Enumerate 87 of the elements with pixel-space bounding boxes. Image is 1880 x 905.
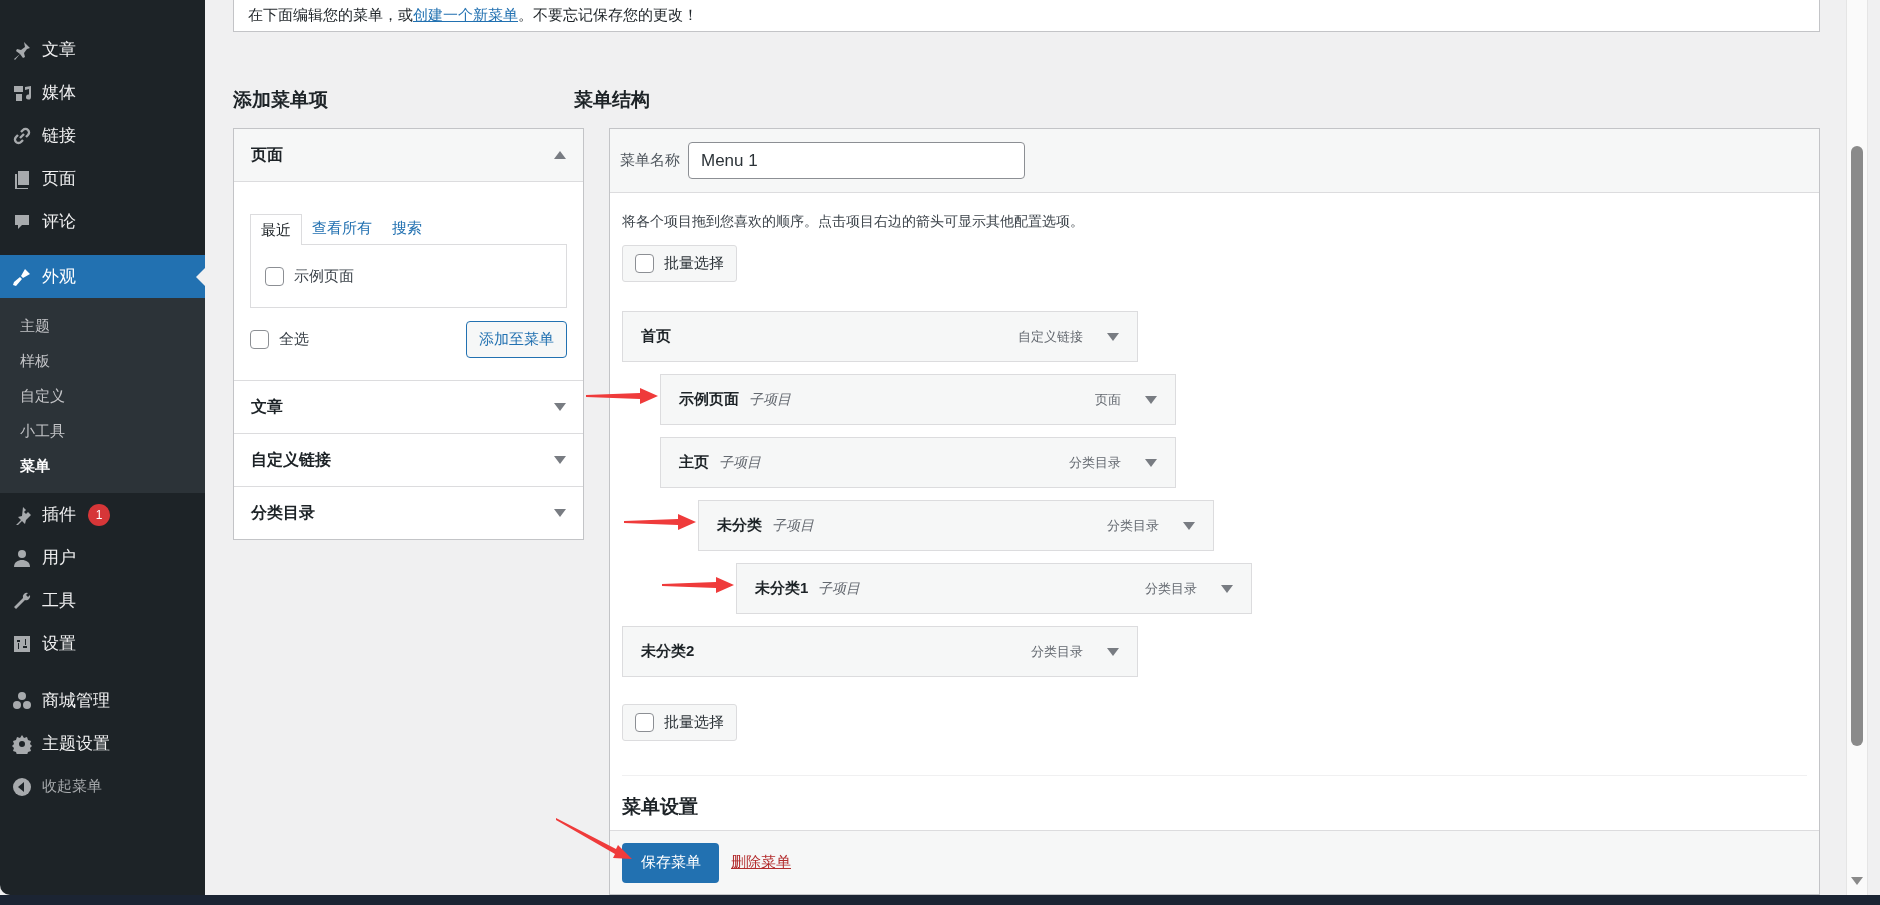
sidebar-item[interactable]: 主题设置 xyxy=(0,722,205,765)
menu-item-type: 自定义链接 xyxy=(1018,327,1083,346)
submenu-item[interactable]: 小工具 xyxy=(0,413,205,448)
wrench-icon xyxy=(12,590,32,611)
scrollbar[interactable] xyxy=(1846,0,1868,895)
pages-icon xyxy=(12,168,32,189)
expand-arrow-icon[interactable] xyxy=(1145,395,1157,404)
expand-arrow-icon[interactable] xyxy=(554,456,566,464)
pushpin-icon xyxy=(12,39,32,60)
menu-item-bar[interactable]: 示例页面 子项目 页面 xyxy=(660,374,1176,425)
menu-item-title: 未分类1 xyxy=(755,578,809,599)
tab[interactable]: 搜索 xyxy=(382,213,432,244)
expand-arrow-icon[interactable] xyxy=(1221,584,1233,593)
submenu-item[interactable]: 自定义 xyxy=(0,378,205,413)
checkbox[interactable] xyxy=(635,713,654,732)
expand-arrow-icon[interactable] xyxy=(554,403,566,411)
expand-arrow-icon[interactable] xyxy=(1107,647,1119,656)
sidebar-item[interactable]: 外观 xyxy=(0,255,205,298)
add-to-menu-button[interactable]: 添加至菜单 xyxy=(466,321,567,358)
field-label: 菜单名称 xyxy=(620,150,680,171)
menu-item-bar[interactable]: 首页 自定义链接 xyxy=(622,311,1138,362)
menu-item-title: 首页 xyxy=(641,326,671,347)
notice-text: 在下面编辑您的菜单，或创建一个新菜单。不要忘记保存您的更改！ xyxy=(248,5,698,26)
menu-item-level-label: 子项目 xyxy=(772,516,814,535)
sidebar-item[interactable]: 商城管理 xyxy=(0,679,205,722)
tab[interactable]: 查看所有 xyxy=(302,213,382,244)
instructions-text: 将各个项目拖到您喜欢的顺序。点击项目右边的箭头可显示其他配置选项。 xyxy=(622,212,1085,231)
menu-name-field[interactable]: Menu 1 xyxy=(688,142,1025,179)
collapse-arrow-icon[interactable] xyxy=(554,151,566,159)
scroll-down-icon[interactable] xyxy=(1851,877,1863,885)
expand-arrow-icon[interactable] xyxy=(1183,521,1195,530)
menu-item-type: 分类目录 xyxy=(1069,453,1121,472)
menu-item-bar[interactable]: 未分类1 子项目 分类目录 xyxy=(736,563,1252,614)
checkbox[interactable] xyxy=(250,330,269,349)
create-menu-link[interactable]: 创建一个新菜单 xyxy=(413,6,518,24)
expand-arrow-icon[interactable] xyxy=(1107,332,1119,341)
menu-item-title: 未分类 xyxy=(717,515,762,536)
sidebar-item[interactable]: 页面 xyxy=(0,157,205,200)
notification-badge: 1 xyxy=(88,503,110,526)
menu-item-title: 示例页面 xyxy=(679,389,739,410)
link-icon xyxy=(12,125,32,146)
gear-icon xyxy=(12,733,32,754)
section-heading: 菜单设置 xyxy=(622,795,699,819)
menu-item-type: 分类目录 xyxy=(1145,579,1197,598)
menu-item-bar[interactable]: 未分类2 分类目录 xyxy=(622,626,1138,677)
menu-item-type: 分类目录 xyxy=(1107,516,1159,535)
checkbox-label: 全选 xyxy=(279,329,309,350)
accordion-header[interactable]: 页面 xyxy=(234,129,583,182)
circles-icon xyxy=(12,690,32,711)
bulk-select-button[interactable]: 批量选择 xyxy=(622,245,737,282)
delete-menu-link[interactable]: 删除菜单 xyxy=(731,851,791,874)
menu-item-title: 未分类2 xyxy=(641,641,695,662)
user-icon xyxy=(12,547,32,568)
collapse-menu-button[interactable]: 收起菜单 xyxy=(0,765,205,808)
sidebar-item[interactable]: 文章 xyxy=(0,28,205,71)
submenu-item[interactable]: 菜单 xyxy=(0,448,205,483)
paintbrush-icon xyxy=(12,266,32,287)
bulk-select-button[interactable]: 批量选择 xyxy=(622,704,737,741)
menu-item-type: 页面 xyxy=(1095,390,1121,409)
menu-item-bar[interactable]: 主页 子项目 分类目录 xyxy=(660,437,1176,488)
checkbox[interactable] xyxy=(265,266,284,286)
sliders-icon xyxy=(12,633,32,654)
menu-item-level-label: 子项目 xyxy=(749,390,791,409)
sidebar-item[interactable]: 用户 xyxy=(0,536,205,579)
sidebar-item[interactable]: 链接 xyxy=(0,114,205,157)
expand-arrow-icon[interactable] xyxy=(554,509,566,517)
section-heading: 菜单结构 xyxy=(574,88,651,112)
sidebar-item[interactable]: 媒体 xyxy=(0,71,205,114)
collapse-icon xyxy=(12,776,32,797)
submenu-item[interactable]: 主题 xyxy=(0,308,205,343)
sidebar-item[interactable]: 插件 1 xyxy=(0,493,205,536)
checkbox-label: 示例页面 xyxy=(294,265,354,286)
save-menu-button[interactable]: 保存菜单 xyxy=(622,842,719,883)
sidebar-item[interactable]: 评论 xyxy=(0,200,205,243)
menu-item-type: 分类目录 xyxy=(1031,642,1083,661)
checkbox[interactable] xyxy=(635,254,654,273)
current-pointer-icon xyxy=(196,268,205,286)
tab[interactable]: 最近 xyxy=(250,214,302,245)
scrollbar-thumb[interactable] xyxy=(1851,146,1863,746)
menu-item-level-label: 子项目 xyxy=(818,579,861,598)
menu-item-bar[interactable]: 未分类 子项目 分类目录 xyxy=(698,500,1214,551)
menu-item-title: 主页 xyxy=(679,452,709,473)
expand-arrow-icon[interactable] xyxy=(1145,458,1157,467)
submenu-item[interactable]: 样板 xyxy=(0,343,205,378)
sidebar-item[interactable]: 工具 xyxy=(0,579,205,622)
menu-item-level-label: 子项目 xyxy=(719,453,761,472)
sidebar-item[interactable]: 设置 xyxy=(0,622,205,665)
